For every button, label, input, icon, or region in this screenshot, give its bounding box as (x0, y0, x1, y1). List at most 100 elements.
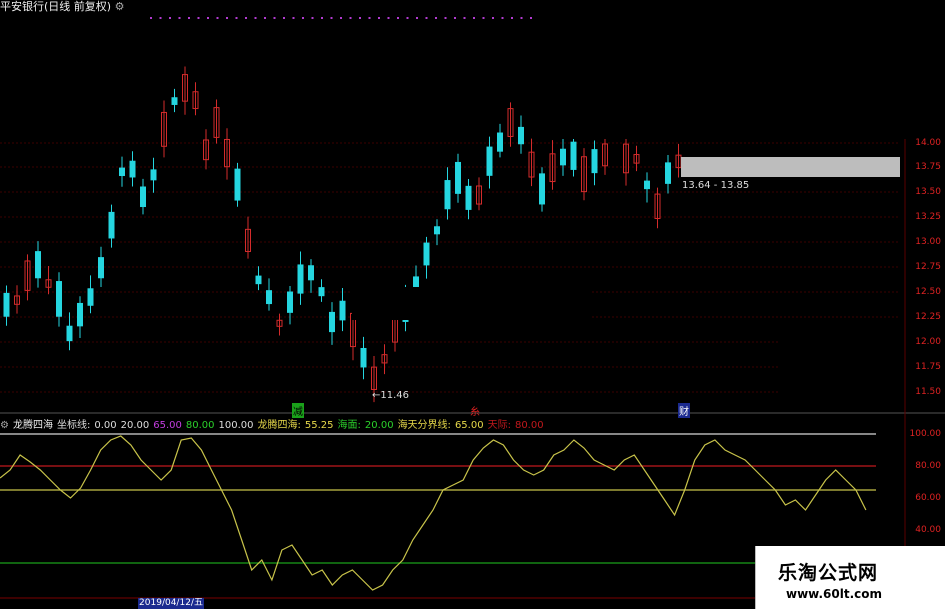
zuobiao-label: 坐标线: (56, 420, 91, 431)
top-marker-dot (435, 17, 437, 19)
price-axis-tick: 13.50 (915, 187, 941, 197)
tianji-label: 天际: (487, 420, 511, 431)
candle-body (444, 180, 451, 210)
candle-body (486, 146, 493, 176)
top-marker-dot (454, 17, 456, 19)
gear-icon[interactable]: ⚙ (115, 0, 125, 13)
haitian-label: 海天分界线: (397, 420, 451, 431)
candle-body (591, 149, 598, 174)
candle-body (56, 281, 62, 317)
top-marker-dot (463, 17, 466, 19)
top-marker-dot (349, 17, 352, 19)
oscillator-axis-tick: 80.00 (915, 461, 941, 471)
zuobiao-80: 80.00 (185, 420, 215, 431)
top-marker-dot (150, 17, 152, 19)
masked-region-right (780, 338, 900, 408)
top-marker-dot (321, 17, 323, 19)
top-marker-dot (254, 17, 257, 19)
top-marker-dot (264, 17, 266, 19)
top-marker-dot (197, 17, 200, 19)
stock-title: 平安银行(日线 前复权) ⚙ (0, 1, 124, 13)
lt-label: 龙腾四海: (257, 420, 301, 431)
top-marker-dot (235, 17, 238, 19)
watermark-logo: 乐淘公式网 www.60lt.com (755, 546, 945, 609)
top-marker-dot (387, 17, 390, 19)
candle-body (570, 141, 577, 170)
candle-body (297, 264, 304, 294)
candle-body (518, 126, 524, 145)
top-marker-dot (473, 17, 475, 19)
top-marker-dot (530, 17, 532, 19)
top-marker-dot (406, 17, 409, 19)
top-marker-dot (378, 17, 380, 19)
top-marker-dot (283, 17, 285, 19)
candle-body (497, 132, 503, 152)
top-marker-dot (340, 17, 342, 19)
price-axis-tick: 12.00 (915, 337, 941, 347)
candle-body (66, 325, 73, 342)
candle-body (329, 311, 335, 333)
logo-line2: www.60lt.com (786, 587, 883, 601)
masked-region-top-right (533, 0, 945, 139)
top-marker-dot (482, 17, 485, 19)
haitian-value: 65.00 (454, 420, 484, 431)
zuobiao-100: 100.00 (218, 420, 254, 431)
price-axis-tick: 14.00 (915, 138, 941, 148)
top-marker-dot (226, 17, 228, 19)
price-axis-tick: 11.75 (915, 362, 941, 372)
candle-body (150, 169, 157, 181)
price-range-label: 13.64 - 13.85 (682, 180, 750, 191)
top-marker-dot (425, 17, 428, 19)
low-price-label: ←11.46 (372, 390, 410, 401)
price-axis-tick: 11.50 (915, 387, 941, 397)
oscillator-line (0, 435, 867, 591)
candle-body (129, 160, 136, 178)
candle-body (98, 257, 104, 279)
oscillator-axis-tick: 100.00 (909, 429, 942, 439)
candle-body (308, 265, 314, 281)
candle-body (140, 186, 146, 208)
top-marker-dot (245, 17, 247, 19)
price-axis-tick: 13.75 (915, 162, 941, 172)
candle-body (539, 173, 545, 205)
price-range-highlight (681, 157, 900, 177)
top-marker-dot (159, 17, 162, 19)
tianji-value: 80.00 (514, 420, 544, 431)
oscillator-axis-tick: 60.00 (915, 493, 941, 503)
current-date-tab[interactable]: 2019/04/12/五 (138, 598, 204, 609)
candle-body (665, 162, 671, 184)
candle-body (77, 302, 83, 327)
candle-body (318, 287, 325, 297)
top-marker-dot (520, 17, 523, 19)
candle-body (108, 211, 115, 239)
top-marker-dot (444, 17, 447, 19)
top-marker-dot (273, 17, 276, 19)
marker-cai[interactable]: 财 (678, 403, 690, 418)
price-axis-tick: 13.25 (915, 212, 941, 222)
price-axis-tick: 12.25 (915, 312, 941, 322)
zuobiao-0: 0.00 (94, 420, 117, 431)
candle-body (339, 300, 346, 321)
masked-region-mid (352, 287, 592, 320)
top-marker-dot (359, 17, 361, 19)
stock-title-text: 平安银行(日线 前复权) (0, 0, 112, 13)
candle-body (644, 180, 650, 190)
lt-value: 55.25 (304, 420, 334, 431)
price-axis-tick: 12.50 (915, 287, 941, 297)
candle-body (255, 275, 262, 285)
candle-body (287, 291, 293, 313)
candle-body (3, 292, 10, 317)
logo-line1: 乐淘公式网 (778, 562, 879, 584)
candle-body (360, 347, 367, 368)
settings-icon[interactable]: ⚙ (0, 420, 9, 431)
candle-body (119, 167, 125, 177)
top-marker-dot (216, 17, 219, 19)
top-marker-dot (207, 17, 209, 19)
price-axis-tick: 13.00 (915, 237, 941, 247)
top-marker-dot (501, 17, 504, 19)
haimian-label: 海面: (337, 420, 361, 431)
candle-body (455, 161, 461, 194)
candle-body (234, 168, 241, 201)
indicator-name[interactable]: 龙腾四海 (13, 420, 53, 431)
top-marker-dot (302, 17, 304, 19)
